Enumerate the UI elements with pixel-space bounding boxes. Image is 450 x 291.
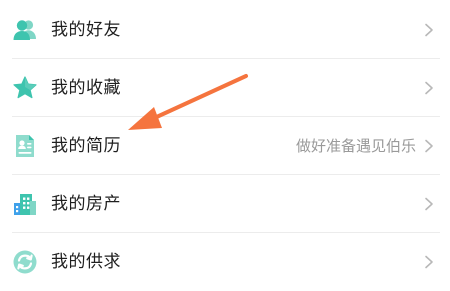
menu-item-favorites[interactable]: 我的收藏 — [0, 59, 450, 117]
chevron-right-icon — [424, 197, 434, 211]
chevron-right-icon — [424, 81, 434, 95]
building-icon — [12, 191, 38, 217]
menu-item-property[interactable]: 我的房产 — [0, 175, 450, 233]
menu-item-label: 我的供求 — [51, 252, 121, 272]
menu-item-label: 我的好友 — [51, 20, 121, 40]
menu-item-friends[interactable]: 我的好友 — [0, 1, 450, 59]
chevron-right-icon — [424, 139, 434, 153]
menu-item-supply-demand[interactable]: 我的供求 — [0, 233, 450, 291]
menu-item-label: 我的简历 — [51, 136, 121, 156]
chevron-right-icon — [424, 23, 434, 37]
menu-item-label: 我的房产 — [51, 194, 121, 214]
profile-menu: 我的好友 我的收藏 我的简历 做好准备遇见伯乐 我的房产 我的供求 — [0, 0, 450, 287]
chevron-right-icon — [424, 255, 434, 269]
friends-icon — [12, 17, 38, 43]
resume-icon — [12, 133, 38, 159]
star-icon — [12, 75, 38, 101]
resume-hint-text: 做好准备遇见伯乐 — [295, 137, 416, 155]
exchange-icon — [12, 249, 38, 275]
menu-item-resume[interactable]: 我的简历 做好准备遇见伯乐 — [0, 117, 450, 175]
menu-item-label: 我的收藏 — [51, 78, 121, 98]
